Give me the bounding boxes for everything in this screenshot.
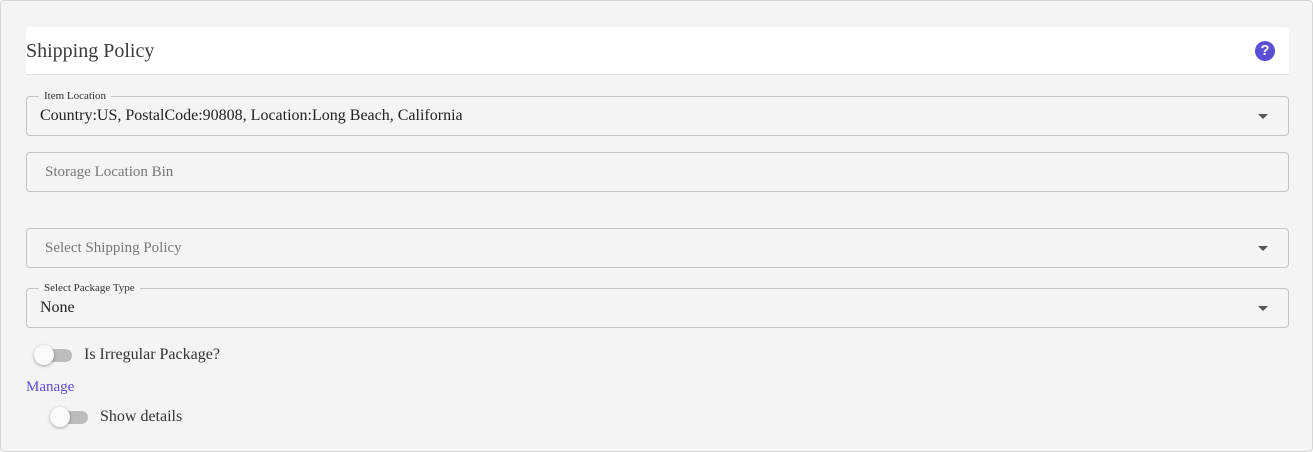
- chevron-down-icon: [1258, 246, 1268, 251]
- item-location-value: Country:US, PostalCode:90808, Location:L…: [40, 107, 463, 124]
- irregular-package-label: Is Irregular Package?: [84, 346, 220, 363]
- item-location-label: Item Location: [39, 89, 112, 103]
- help-icon[interactable]: ?: [1255, 41, 1275, 61]
- manage-link[interactable]: Manage: [26, 379, 74, 396]
- storage-location-bin-input[interactable]: Storage Location Bin: [26, 152, 1289, 192]
- show-details-toggle[interactable]: [50, 407, 90, 427]
- panel-header: Shipping Policy ?: [26, 27, 1289, 75]
- page-title: Shipping Policy: [26, 40, 155, 62]
- chevron-down-icon: [1258, 114, 1268, 119]
- toggle-knob: [34, 345, 54, 365]
- shipping-policy-placeholder: Select Shipping Policy: [45, 240, 182, 256]
- package-type-select[interactable]: Select Package Type None: [26, 281, 1289, 328]
- toggle-knob: [50, 407, 70, 427]
- package-type-value: None: [40, 299, 75, 316]
- show-details-label: Show details: [100, 408, 183, 425]
- item-location-select[interactable]: Item Location Country:US, PostalCode:908…: [26, 89, 1289, 136]
- irregular-package-toggle[interactable]: [34, 345, 74, 365]
- storage-location-bin-placeholder: Storage Location Bin: [45, 164, 174, 180]
- chevron-down-icon: [1258, 306, 1268, 311]
- shipping-policy-panel: Shipping Policy ? Item Location Country:…: [0, 0, 1313, 452]
- shipping-policy-select[interactable]: Select Shipping Policy: [26, 228, 1289, 268]
- package-type-label: Select Package Type: [39, 281, 140, 295]
